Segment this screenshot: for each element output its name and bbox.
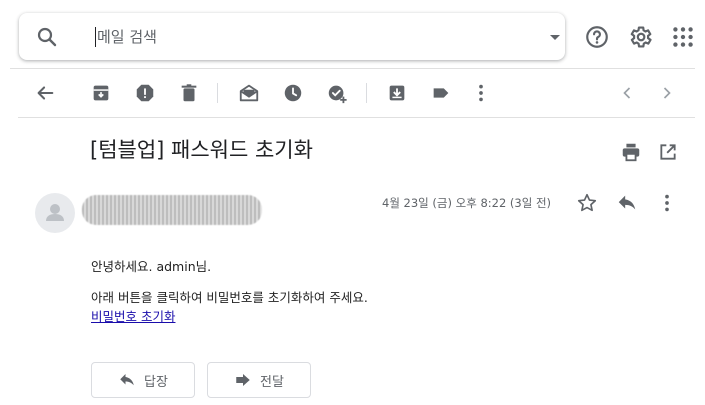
search-icon[interactable] [35,25,59,49]
archive-icon[interactable] [88,80,114,106]
more-options-icon[interactable] [468,80,494,106]
reply-button[interactable]: 답장 [91,362,195,398]
forward-button[interactable]: 전달 [207,362,311,398]
label-icon[interactable] [428,80,454,106]
search-options-dropdown-icon[interactable] [543,25,567,49]
sender-name-redacted [82,195,262,225]
email-instruction: 아래 버튼을 클릭하여 비밀번호를 초기화하여 주세요. [91,290,368,305]
settings-gear-icon[interactable] [627,24,653,50]
toolbar-divider [366,83,367,103]
print-icon[interactable] [618,139,644,165]
email-subject: [텀블업] 패스워드 초기화 [90,138,313,162]
apps-grid-icon[interactable] [670,24,696,50]
email-date: 4월 23일 (금) 오후 8:22 (3일 전) [382,196,552,210]
toolbar-divider-line [18,117,695,118]
mark-as-unread-icon[interactable] [236,80,262,106]
message-more-options-icon[interactable] [655,191,679,215]
sender-avatar [35,193,75,233]
reply-icon [118,371,136,389]
move-to-icon[interactable] [384,80,410,106]
delete-trash-icon[interactable] [176,80,202,106]
search-input[interactable] [97,23,517,51]
add-to-tasks-icon[interactable] [324,80,350,106]
forward-button-label: 전달 [260,374,284,390]
text-caret [95,27,96,47]
search-bar [19,13,565,60]
header-divider [10,68,695,69]
reset-password-link[interactable]: 비밀번호 초기화 [91,306,175,325]
back-arrow-icon[interactable] [32,80,58,106]
reply-arrow-icon[interactable] [615,191,639,215]
reply-button-label: 답장 [144,374,168,390]
star-icon[interactable] [575,191,599,215]
email-greeting: 안녕하세요. admin님. [91,259,212,274]
open-in-new-window-icon[interactable] [655,139,681,165]
toolbar-divider [217,83,218,103]
older-chevron-right-icon[interactable] [654,80,680,106]
report-spam-icon[interactable] [132,80,158,106]
newer-chevron-left-icon[interactable] [614,80,640,106]
snooze-clock-icon[interactable] [280,80,306,106]
help-icon[interactable] [584,24,610,50]
forward-icon [234,371,252,389]
